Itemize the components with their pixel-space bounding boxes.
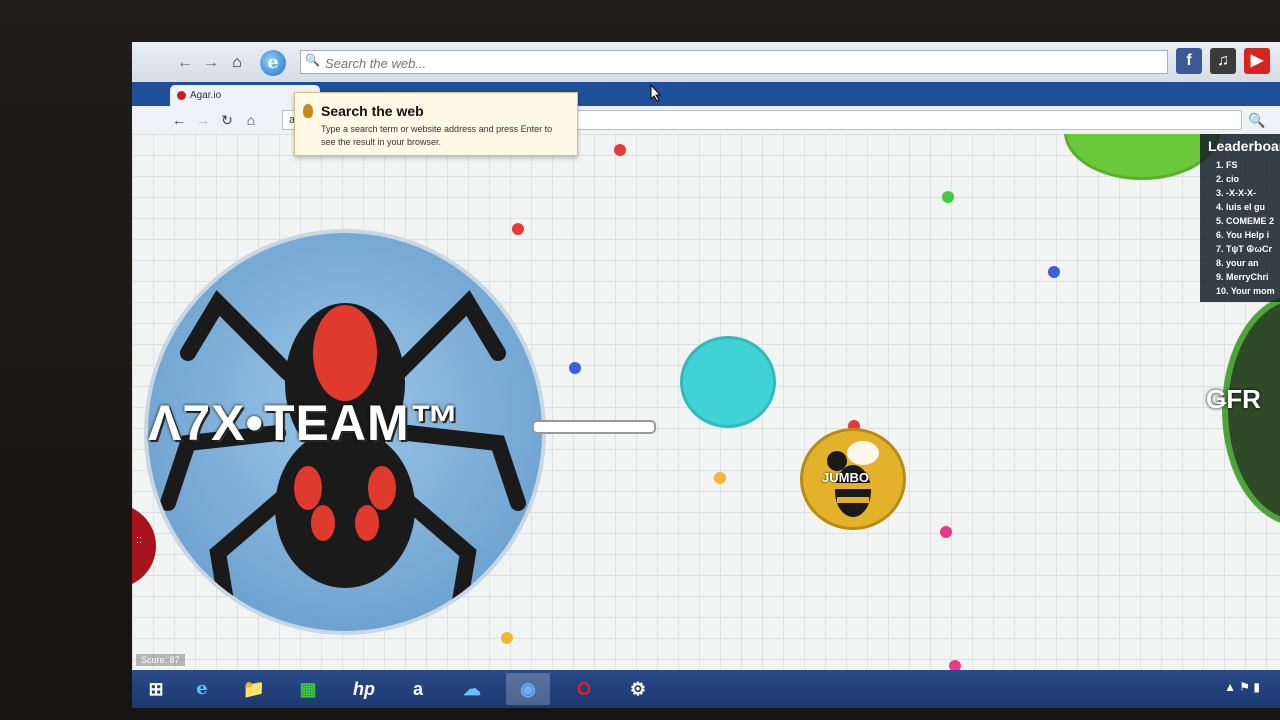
store-icon[interactable]: ▦ — [286, 673, 330, 705]
screen: ← → ⌂ e 🔍 f ♫ ▶ Agar.io ← → ↻ ⌂ a 🔍 — [132, 42, 1280, 708]
food-pellet — [942, 191, 954, 203]
reload-icon[interactable]: ↻ — [218, 111, 236, 129]
leaderboard-row: 4. luis el gu — [1216, 202, 1266, 212]
ie-search-input[interactable] — [323, 51, 1147, 75]
onedrive-icon[interactable]: ☁ — [450, 673, 494, 705]
music-icon[interactable]: ♫ — [1210, 48, 1236, 74]
hp-icon[interactable]: hp — [342, 673, 386, 705]
leaderboard-title: Leaderboard — [1208, 138, 1280, 154]
food-pellet — [501, 632, 513, 644]
youtube-icon[interactable]: ▶ — [1244, 48, 1270, 74]
right-cell-name: ǤFR — [1206, 384, 1261, 414]
chrome-back-icon[interactable]: ← — [170, 111, 188, 129]
home-icon[interactable]: ⌂ — [226, 52, 248, 74]
chrome-home-icon[interactable]: ⌂ — [242, 111, 260, 129]
steam-icon[interactable]: ⚙ — [616, 673, 660, 705]
teal-cell — [680, 336, 776, 428]
leaderboard-row: 5. COMEME 2 — [1216, 216, 1275, 226]
red-player-cell — [132, 504, 156, 588]
ie-search-box[interactable]: 🔍 — [300, 50, 1168, 75]
file-explorer-icon[interactable]: 📁 — [232, 673, 276, 705]
left-cell-name: :: — [136, 534, 143, 546]
leaderboard-row: 2. cio — [1216, 174, 1240, 184]
food-pellet — [714, 472, 726, 484]
food-pellet — [512, 223, 524, 235]
forward-arrow-icon[interactable]: → — [200, 52, 222, 74]
tooltip-body: Type a search term or website address an… — [321, 124, 553, 147]
chrome-forward-icon[interactable]: → — [194, 111, 212, 129]
system-tray[interactable]: ▲ ⚑ ▮ — [1224, 680, 1260, 694]
tab-title: Agar.io — [190, 90, 222, 101]
agario-game-canvas[interactable]: Λ7X•TEAM™ JUMBO ǤFR :: Leaderboard 1. FS… — [132, 134, 1280, 670]
windows-taskbar: ⊞ e 📁 ▦ hp a ☁ ◉ O ⚙ ▲ ⚑ ▮ — [132, 670, 1280, 708]
search-tooltip: Search the web Type a search term or web… — [294, 92, 578, 156]
lightbulb-icon — [303, 104, 313, 118]
food-pellet — [949, 660, 961, 670]
back-arrow-icon[interactable]: ← — [174, 52, 196, 74]
tooltip-title: Search the web — [321, 103, 424, 119]
internet-explorer-icon[interactable]: e — [260, 50, 286, 76]
spider-cell-name: Λ7X•TEAM™ — [148, 395, 461, 451]
zoom-icon[interactable]: 🔍 — [1248, 111, 1266, 129]
opera-icon[interactable]: O — [562, 673, 606, 705]
search-icon: 🔍 — [305, 53, 320, 67]
food-pellet — [614, 144, 626, 156]
green-cell — [1064, 134, 1220, 180]
leaderboard-row: 8. your an — [1216, 258, 1259, 268]
food-pellet — [1048, 266, 1060, 278]
mouse-cursor-icon — [650, 84, 662, 102]
score-display: Score: 87 — [136, 654, 185, 666]
amazon-icon[interactable]: a — [396, 673, 440, 705]
leaderboard-row: 7. TψT ☮ωCr — [1216, 244, 1272, 254]
bee-cell-name: JUMBO — [822, 470, 869, 485]
internet-explorer-taskbar-icon[interactable]: e — [180, 673, 224, 705]
leaderboard-row: 3. -X-X-X- — [1216, 188, 1257, 198]
chrome-taskbar-icon[interactable]: ◉ — [506, 673, 550, 705]
windows-start-icon[interactable]: ⊞ — [134, 673, 178, 705]
agario-favicon-icon — [177, 91, 186, 100]
leaderboard-row: 1. FS — [1216, 160, 1238, 170]
leaderboard: Leaderboard 1. FS 2. cio 3. -X-X-X- 4. l… — [1200, 134, 1280, 302]
facebook-icon[interactable]: f — [1176, 48, 1202, 74]
leaderboard-row: 6. You Help i — [1216, 230, 1270, 240]
food-pellet — [569, 362, 581, 374]
food-pellet — [940, 526, 952, 538]
leaderboard-row: 9. MerryChri — [1216, 272, 1269, 282]
ejected-mass — [532, 420, 656, 434]
ie-toolbar: ← → ⌂ e 🔍 f ♫ ▶ — [132, 42, 1280, 83]
leaderboard-row: 10. Your mom — [1216, 286, 1275, 296]
